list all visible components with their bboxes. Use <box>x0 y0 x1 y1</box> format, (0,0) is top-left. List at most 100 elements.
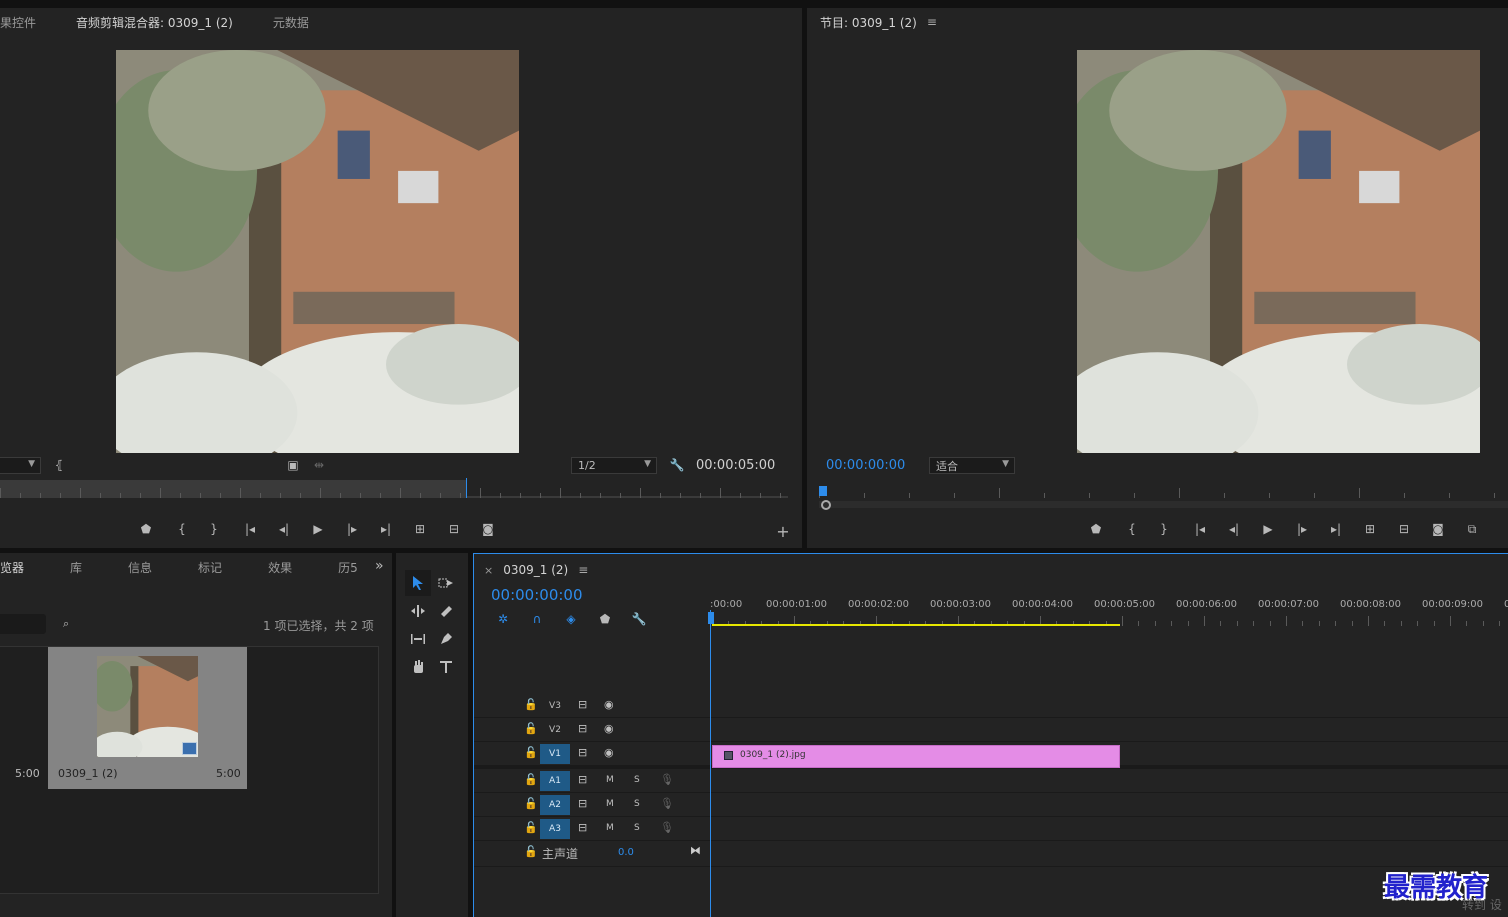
insert-icon[interactable]: ⊞ <box>409 518 431 540</box>
track-target-v3[interactable]: V3 <box>540 696 570 716</box>
lock-icon[interactable]: 🔓 <box>524 773 538 786</box>
sync-lock-icon[interactable]: ⊟ <box>578 698 587 711</box>
mark-out-icon[interactable]: } <box>1153 518 1175 540</box>
snap-magnet-icon[interactable]: ∩ <box>526 608 548 630</box>
slip-tool-icon[interactable] <box>405 626 431 652</box>
close-tab-icon[interactable]: × <box>484 564 493 577</box>
tab-media-browser[interactable]: 览器 <box>0 559 50 576</box>
step-back-icon[interactable]: ◂| <box>273 518 295 540</box>
go-to-out-icon[interactable]: ▸| <box>375 518 397 540</box>
track-target-v1[interactable]: V1 <box>540 744 570 764</box>
tab-audio-clip-mixer[interactable]: 音频剪辑混合器: 0309_1 (2) <box>56 14 253 31</box>
go-to-end-icon[interactable]: ⧓ <box>690 844 701 857</box>
play-icon[interactable]: ▶ <box>307 518 329 540</box>
track-target-a1[interactable]: A1 <box>540 771 570 791</box>
master-volume[interactable]: 0.0 <box>618 847 634 858</box>
lock-icon[interactable]: 🔓 <box>524 821 538 834</box>
microphone-icon[interactable]: 🎙 <box>660 773 674 786</box>
linked-selection-icon[interactable]: ◈ <box>560 608 582 630</box>
fit-dropdown[interactable]: 适合 ▼ <box>929 457 1015 474</box>
hand-tool-icon[interactable] <box>405 654 431 680</box>
panel-menu-icon[interactable]: ≡ <box>578 563 588 577</box>
lock-icon[interactable]: 🔓 <box>524 845 538 858</box>
eye-icon[interactable]: ◉ <box>604 722 614 735</box>
wrench-icon[interactable]: 🔧 <box>628 608 650 630</box>
mute-button[interactable]: M <box>606 823 614 833</box>
lock-icon[interactable]: 🔓 <box>524 698 538 711</box>
lock-icon[interactable]: 🔓 <box>524 746 538 759</box>
insert-bracket-icon[interactable]: ⦃ <box>48 454 70 476</box>
source-playhead[interactable] <box>466 478 467 498</box>
program-scrub-track[interactable] <box>819 501 1508 508</box>
mute-button[interactable]: M <box>606 775 614 785</box>
eye-icon[interactable]: ◉ <box>604 746 614 759</box>
extract-icon[interactable]: ⊟ <box>1393 518 1415 540</box>
razor-tool-icon[interactable] <box>433 598 459 624</box>
ripple-edit-tool-icon[interactable] <box>405 598 431 624</box>
overwrite-icon[interactable]: ⊟ <box>443 518 465 540</box>
track-select-tool-icon[interactable] <box>433 570 459 596</box>
new-search-bin-icon[interactable]: ⌕ <box>63 617 69 631</box>
drag-video-icon[interactable]: ▣ <box>282 454 304 476</box>
track-target-a3[interactable]: A3 <box>540 819 570 839</box>
go-to-in-icon[interactable]: |◂ <box>1189 518 1211 540</box>
solo-button[interactable]: S <box>634 823 640 833</box>
solo-button[interactable]: S <box>634 799 640 809</box>
tab-info[interactable]: 信息 <box>108 559 178 576</box>
clip-0309-1-2[interactable]: 0309_1 (2).jpg <box>712 745 1120 768</box>
add-marker-icon[interactable]: ⬟ <box>135 518 157 540</box>
panel-menu-icon[interactable]: ≡ <box>927 15 937 29</box>
timeline-timecode[interactable]: 00:00:00:00 <box>491 586 583 604</box>
tab-effect-controls[interactable]: 果控件 <box>0 14 56 31</box>
tab-sequence[interactable]: 0309_1 (2) <box>493 563 578 577</box>
solo-button[interactable]: S <box>634 775 640 785</box>
sync-lock-icon[interactable]: ⊟ <box>578 746 587 759</box>
mark-out-icon[interactable]: } <box>203 518 225 540</box>
project-item-selected[interactable]: 0309_1 (2) 5:00 <box>48 647 247 789</box>
play-icon[interactable]: ▶ <box>1257 518 1279 540</box>
nest-icon[interactable]: ✲ <box>492 608 514 630</box>
track-target-v2[interactable]: V2 <box>540 720 570 740</box>
add-marker-icon[interactable]: ⬟ <box>594 608 616 630</box>
mute-button[interactable]: M <box>606 799 614 809</box>
tab-libraries[interactable]: 库 <box>50 559 108 576</box>
lock-icon[interactable]: 🔓 <box>524 797 538 810</box>
selection-tool-icon[interactable] <box>405 570 431 596</box>
mark-in-icon[interactable]: { <box>171 518 193 540</box>
source-zoom-dropdown[interactable]: 1/2 ▼ <box>571 457 657 474</box>
program-playhead[interactable] <box>819 486 827 496</box>
mark-in-icon[interactable]: { <box>1121 518 1143 540</box>
microphone-icon[interactable]: 🎙 <box>660 821 674 834</box>
add-marker-icon[interactable]: ⬟ <box>1085 518 1107 540</box>
step-forward-icon[interactable]: |▸ <box>1291 518 1313 540</box>
program-scrub-handle[interactable] <box>821 500 831 510</box>
tab-metadata[interactable]: 元数据 <box>253 14 329 31</box>
tab-history[interactable]: 历5 <box>318 559 378 576</box>
tab-markers[interactable]: 标记 <box>178 559 248 576</box>
program-timecode[interactable]: 00:00:00:00 <box>826 458 905 473</box>
track-target-a2[interactable]: A2 <box>540 795 570 815</box>
sync-lock-icon[interactable]: ⊟ <box>578 797 587 810</box>
sync-lock-icon[interactable]: ⊟ <box>578 722 587 735</box>
overflow-icon[interactable]: » <box>375 558 384 574</box>
source-left-dropdown[interactable]: ▼ <box>0 457 41 474</box>
step-forward-icon[interactable]: |▸ <box>341 518 363 540</box>
playhead-handle[interactable] <box>708 612 714 624</box>
drag-audio-icon[interactable]: ⇹ <box>308 454 330 476</box>
project-item-partial[interactable]: 5:00 <box>0 647 46 789</box>
sync-lock-icon[interactable]: ⊟ <box>578 773 587 786</box>
export-frame-icon[interactable]: ◙ <box>477 518 499 540</box>
timeline-ruler[interactable]: :00:00 00:00:01:00 00:00:02:00 00:00:03:00 0… <box>710 596 1508 626</box>
search-input[interactable] <box>0 614 46 634</box>
microphone-icon[interactable]: 🎙 <box>660 797 674 810</box>
tab-effects[interactable]: 效果 <box>248 559 318 576</box>
go-to-out-icon[interactable]: ▸| <box>1325 518 1347 540</box>
type-tool-icon[interactable] <box>433 654 459 680</box>
timeline-playhead[interactable] <box>710 610 711 917</box>
lock-icon[interactable]: 🔓 <box>524 722 538 735</box>
compare-view-icon[interactable]: ⧉ <box>1461 518 1483 540</box>
eye-icon[interactable]: ◉ <box>604 698 614 711</box>
add-button-icon[interactable]: + <box>772 520 794 542</box>
sync-lock-icon[interactable]: ⊟ <box>578 821 587 834</box>
export-frame-icon[interactable]: ◙ <box>1427 518 1449 540</box>
